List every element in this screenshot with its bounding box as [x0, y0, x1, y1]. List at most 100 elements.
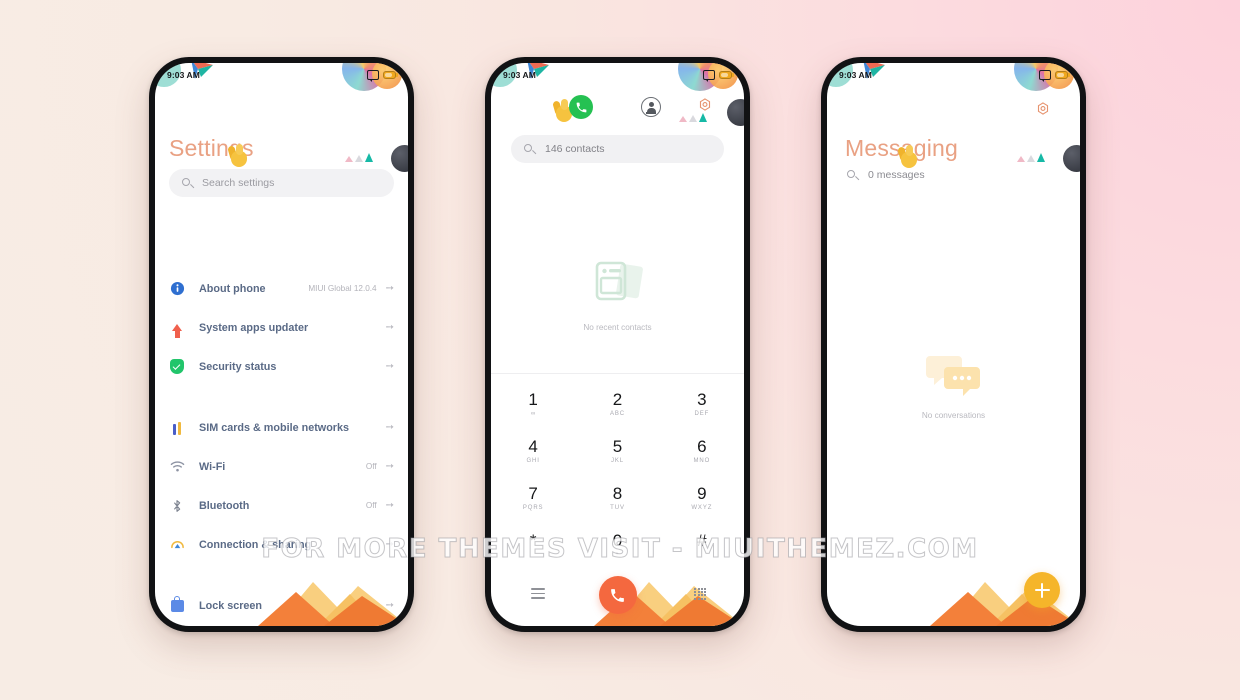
dialer-screen: 9:03 AM 146 contacts No recent contacts … — [491, 63, 744, 626]
dial-key-2[interactable]: 2 ABC — [575, 381, 659, 428]
item-label: Bluetooth — [199, 499, 250, 512]
item-label: SIM cards & mobile networks — [199, 421, 349, 434]
decor-triangle-cluster — [345, 153, 373, 162]
settings-gear-icon[interactable] — [1034, 101, 1052, 119]
phone-messaging: 9:03 AM Messaging 0 messages — [821, 57, 1086, 632]
battery-icon — [1055, 71, 1071, 79]
dial-key-hash[interactable]: # — [660, 522, 744, 569]
dial-key-star[interactable]: * — [491, 522, 575, 569]
search-input[interactable]: Search settings — [169, 169, 394, 197]
item-label: Connection & sharing — [199, 538, 312, 551]
status-clock: 9:03 AM — [503, 70, 536, 80]
contacts-count-text: 146 contacts — [545, 143, 605, 155]
search-placeholder: Search settings — [202, 177, 275, 189]
dial-key-0[interactable]: 0 + — [575, 522, 659, 569]
menu-icon[interactable] — [531, 588, 545, 599]
decor-dark-dot — [391, 145, 408, 172]
chevron-right-icon: ➙ — [385, 538, 394, 550]
sidebar-item-connection-sharing[interactable]: Connection & sharing ➙ — [155, 525, 408, 564]
dial-key-6[interactable]: 6 MNO — [660, 428, 744, 475]
key-number: 5 — [612, 437, 623, 456]
status-bar: 9:03 AM — [491, 63, 744, 87]
battery-icon — [383, 71, 399, 79]
chevron-right-icon: ➙ — [385, 321, 394, 333]
key-number: 8 — [612, 484, 623, 503]
key-sublabel: GHI — [526, 458, 540, 464]
status-bar: 9:03 AM — [155, 63, 408, 87]
call-badge-icon[interactable] — [569, 95, 593, 119]
item-value: Off — [365, 501, 377, 510]
dial-key-9[interactable]: 9 WXYZ — [660, 475, 744, 522]
dial-key-1[interactable]: 1 ∞ — [491, 381, 575, 428]
key-number: * — [529, 531, 537, 550]
tap-hand-icon — [227, 144, 249, 168]
dial-key-7[interactable]: 7 PQRS — [491, 475, 575, 522]
chevron-right-icon: ➙ — [385, 599, 394, 611]
key-number: 3 — [697, 390, 707, 409]
phone-dialer: 9:03 AM 146 contacts No recent contacts … — [485, 57, 750, 632]
key-sublabel: DEF — [694, 411, 710, 417]
empty-state-text: No conversations — [921, 411, 986, 420]
key-number: 0 — [612, 531, 623, 550]
search-icon — [847, 169, 859, 181]
call-button[interactable] — [598, 576, 637, 614]
key-number: 9 — [697, 484, 707, 503]
key-sublabel: TUV — [610, 505, 625, 511]
keypad-grid-icon[interactable] — [694, 588, 706, 600]
chevron-right-icon: ➙ — [385, 499, 394, 511]
key-sublabel: MNO — [693, 458, 711, 464]
sidebar-item-bluetooth[interactable]: Bluetooth Off ➙ — [155, 486, 408, 525]
wallpaper-stage: 9:03 AM Settings Search settings About p… — [0, 0, 1240, 700]
key-sublabel: + — [615, 552, 620, 558]
arrow-up-icon — [169, 320, 185, 338]
new-message-fab[interactable] — [1024, 572, 1060, 608]
add-contact-icon[interactable] — [641, 97, 661, 117]
dial-key-5[interactable]: 5 JKL — [575, 428, 659, 475]
dialer-empty-state: No recent contacts — [491, 259, 744, 332]
item-label: About phone — [199, 282, 266, 295]
status-icons — [367, 70, 399, 82]
message-icon — [703, 70, 715, 82]
sidebar-item-sim-cards[interactable]: SIM cards & mobile networks ➙ — [155, 408, 408, 447]
status-clock: 9:03 AM — [839, 70, 872, 80]
sidebar-item-about-phone[interactable]: About phone MIUI Global 12.0.4 ➙ — [155, 269, 408, 308]
chevron-right-icon: ➙ — [385, 360, 394, 372]
sidebar-item-wifi[interactable]: Wi-Fi Off ➙ — [155, 447, 408, 486]
status-clock: 9:03 AM — [167, 70, 200, 80]
list-divider-gap-2 — [155, 564, 408, 586]
search-icon — [524, 143, 536, 155]
dial-key-8[interactable]: 8 TUV — [575, 475, 659, 522]
item-value: Off — [365, 462, 377, 471]
search-icon — [182, 177, 194, 189]
key-sublabel: ABC — [609, 411, 626, 417]
tap-hand-icon — [897, 145, 919, 169]
bluetooth-icon — [169, 498, 185, 514]
contacts-search-input[interactable]: 146 contacts — [511, 135, 724, 163]
key-sublabel: ∞ — [531, 411, 536, 417]
dialpad: 1 ∞ 2 ABC 3 DEF 4 GHI 5 JKL 6 MNO 7 PQRS… — [491, 381, 744, 569]
item-value: MIUI Global 12.0.4 — [308, 284, 377, 293]
sidebar-item-system-apps-updater[interactable]: System apps updater ➙ — [155, 308, 408, 347]
dial-key-3[interactable]: 3 DEF — [660, 381, 744, 428]
sidebar-item-lock-screen[interactable]: Lock screen ➙ — [155, 586, 408, 625]
messaging-screen: 9:03 AM Messaging 0 messages — [827, 63, 1080, 626]
info-icon — [169, 281, 185, 297]
sidebar-item-security-status[interactable]: Security status ➙ — [155, 347, 408, 386]
messaging-search-input[interactable]: 0 messages — [847, 169, 925, 181]
key-number: # — [697, 531, 707, 550]
item-label: Lock screen — [199, 599, 263, 612]
sidebar-item-display[interactable]: Display ➙ — [155, 625, 408, 626]
settings-gear-icon[interactable] — [696, 97, 714, 115]
chevron-right-icon: ➙ — [385, 460, 394, 472]
key-sublabel: PQRS — [522, 505, 544, 511]
sim-card-icon — [169, 420, 185, 436]
item-label: System apps updater — [199, 321, 309, 334]
dial-key-4[interactable]: 4 GHI — [491, 428, 575, 475]
settings-screen: 9:03 AM Settings Search settings About p… — [155, 63, 408, 626]
dialer-bottom-bar — [491, 570, 744, 626]
status-bar: 9:03 AM — [827, 63, 1080, 87]
chat-bubbles-icon — [925, 356, 980, 396]
dialer-separator — [491, 373, 744, 374]
battery-icon — [719, 71, 735, 79]
shield-check-icon — [169, 359, 185, 375]
